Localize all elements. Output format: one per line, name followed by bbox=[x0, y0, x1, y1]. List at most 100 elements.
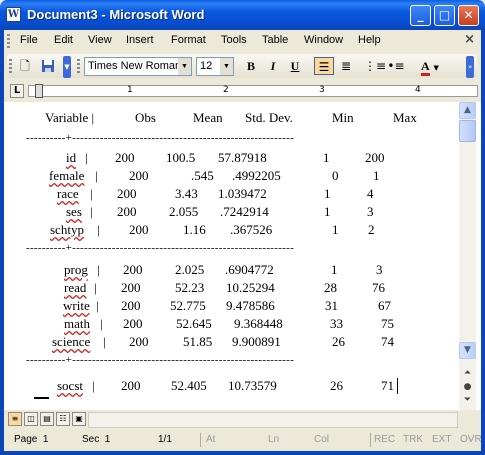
menu-window[interactable]: Window bbox=[304, 34, 343, 46]
document-close-icon[interactable]: × bbox=[464, 32, 475, 47]
normal-view-icon: ≡ bbox=[11, 414, 19, 423]
numbering-button[interactable]: ⋮≡ bbox=[364, 57, 387, 75]
save-button[interactable] bbox=[38, 57, 58, 75]
row-min: 1 bbox=[331, 262, 338, 277]
row-max: 200 bbox=[365, 150, 385, 165]
row-obs: 200 bbox=[123, 316, 143, 331]
align-left-button[interactable]: ☰ bbox=[314, 57, 334, 75]
menu-tools[interactable]: Tools bbox=[221, 34, 247, 46]
toolbar-grip[interactable] bbox=[9, 59, 12, 73]
row-min: 31 bbox=[325, 298, 338, 313]
bulleted-list-icon: •≡ bbox=[387, 59, 405, 73]
table-row: prog | 200 2.025 .6904772 1 3 bbox=[64, 262, 383, 277]
font-name-combo[interactable]: Times New Roman ▼ bbox=[84, 57, 192, 76]
row-max: 2 bbox=[368, 222, 375, 237]
formatting-toolbar-grip[interactable] bbox=[77, 59, 80, 73]
double-up-icon: ⏶ bbox=[463, 368, 472, 378]
row-min: 1 bbox=[332, 222, 339, 237]
table-header-row: Variable | Obs Mean Std. Dev. Min Max bbox=[10, 110, 417, 128]
menu-file[interactable]: File bbox=[20, 34, 38, 46]
status-ovr[interactable]: OVR bbox=[460, 434, 482, 445]
status-rec[interactable]: REC bbox=[374, 434, 395, 445]
reading-layout-button[interactable]: ▣ bbox=[72, 412, 86, 426]
font-name-value: Times New Roman bbox=[88, 60, 182, 72]
ruler-number: 4 bbox=[415, 85, 421, 95]
menu-grip[interactable] bbox=[7, 34, 10, 48]
toolbar-options-button[interactable]: ▼ bbox=[63, 56, 71, 78]
table-row: id | 200 100.5 57.87918 1 200 bbox=[66, 150, 385, 165]
toolbar-overflow-button[interactable]: » bbox=[466, 56, 474, 78]
select-browse-object-button[interactable]: ● bbox=[459, 382, 476, 394]
chevron-down-icon: ▼ bbox=[64, 63, 70, 71]
table-row: read | 200 52.23 10.25294 28 76 bbox=[64, 280, 385, 295]
font-size-combo[interactable]: 12 ▼ bbox=[196, 57, 234, 76]
document-page[interactable]: Variable | Obs Mean Std. Dev. Min Max --… bbox=[0, 102, 485, 410]
row-mean: 52.23 bbox=[175, 280, 205, 295]
menu-edit[interactable]: Edit bbox=[54, 34, 73, 46]
print-layout-view-button[interactable]: ▤ bbox=[40, 412, 54, 426]
web-layout-view-button[interactable]: ◫ bbox=[24, 412, 38, 426]
menu-insert[interactable]: Insert bbox=[126, 34, 154, 46]
menu-help[interactable]: Help bbox=[358, 34, 381, 46]
word-app-icon[interactable]: W bbox=[6, 7, 21, 22]
bold-button[interactable]: B bbox=[241, 57, 261, 75]
font-color-button[interactable]: A ▼ bbox=[416, 57, 444, 76]
row-obs: 200 bbox=[121, 298, 141, 313]
normal-view-button[interactable]: ≡ bbox=[8, 412, 22, 426]
horizontal-scrollbar[interactable] bbox=[88, 412, 458, 428]
row-obs: 200 bbox=[117, 204, 137, 219]
row-min: 0 bbox=[332, 168, 339, 183]
menu-table[interactable]: Table bbox=[262, 34, 288, 46]
maximize-button[interactable]: □ bbox=[434, 5, 455, 26]
scroll-up-button[interactable]: ▲ bbox=[459, 102, 476, 119]
ruler-number: 2 bbox=[223, 85, 229, 95]
previous-page-button[interactable]: ⏶ bbox=[459, 368, 476, 382]
new-document-icon: 🗋 bbox=[20, 59, 30, 73]
row-variable: math bbox=[64, 316, 90, 331]
maximize-icon: □ bbox=[438, 8, 451, 22]
table-row: write | 200 52.775 9.478586 31 67 bbox=[63, 298, 391, 313]
status-bar: Page 1 Sec 1 1/1 At Ln Col REC TRK EXT O… bbox=[0, 430, 485, 455]
row-obs: 200 bbox=[129, 334, 149, 349]
numbered-list-icon: ⋮≡ bbox=[364, 59, 387, 73]
row-std-dev: .4992205 bbox=[232, 168, 281, 183]
row-min: 1 bbox=[323, 150, 330, 165]
row-max: 3 bbox=[367, 204, 374, 219]
next-page-button[interactable]: ⏷ bbox=[459, 395, 476, 409]
web-layout-icon: ◫ bbox=[27, 414, 35, 423]
table-row: ses | 200 2.055 .7242914 1 3 bbox=[66, 204, 374, 219]
horizontal-ruler[interactable]: 1 2 3 4 bbox=[28, 84, 478, 98]
font-name-dropdown-icon[interactable]: ▼ bbox=[178, 58, 191, 75]
table-separator: ----------+-----------------------------… bbox=[26, 354, 295, 366]
minimize-icon: _ bbox=[417, 8, 424, 22]
italic-button[interactable]: I bbox=[263, 57, 283, 75]
minimize-button[interactable]: _ bbox=[410, 5, 431, 26]
row-obs: 200 bbox=[123, 262, 143, 277]
scrollbar-thumb[interactable] bbox=[459, 120, 476, 142]
vertical-scrollbar[interactable]: ▲ ▼ ⏶ ● ⏷ bbox=[459, 102, 476, 410]
font-size-dropdown-icon[interactable]: ▼ bbox=[220, 58, 233, 75]
indent-marker[interactable] bbox=[35, 84, 43, 98]
status-trk[interactable]: TRK bbox=[403, 434, 423, 445]
new-document-button[interactable]: 🗋 bbox=[15, 57, 35, 75]
row-min: 28 bbox=[324, 280, 337, 295]
menu-format[interactable]: Format bbox=[171, 34, 206, 46]
tab-selector[interactable]: L bbox=[10, 84, 24, 98]
title-bar[interactable]: W Document3 - Microsoft Word _ □ ✕ bbox=[0, 0, 485, 30]
underline-button[interactable]: U bbox=[285, 57, 305, 75]
toolbar: 🗋 ▼ Times New Roman ▼ 12 ▼ B I U ☰ ≣ ⋮≡ … bbox=[0, 52, 485, 80]
font-size-value: 12 bbox=[200, 60, 213, 72]
status-line: Ln bbox=[268, 434, 280, 445]
save-icon bbox=[42, 60, 54, 72]
row-std-dev: 9.900891 bbox=[232, 334, 281, 349]
row-std-dev: 10.73579 bbox=[228, 378, 277, 393]
close-button[interactable]: ✕ bbox=[458, 5, 479, 26]
status-section: Sec 1 bbox=[82, 434, 111, 445]
font-color-dropdown-icon: ▼ bbox=[433, 64, 439, 72]
outline-view-button[interactable]: ☷ bbox=[56, 412, 70, 426]
menu-view[interactable]: View bbox=[88, 34, 112, 46]
scroll-down-button[interactable]: ▼ bbox=[459, 342, 476, 359]
align-center-button[interactable]: ≣ bbox=[336, 57, 356, 75]
bullets-button[interactable]: •≡ bbox=[386, 57, 406, 75]
status-ext[interactable]: EXT bbox=[432, 434, 451, 445]
